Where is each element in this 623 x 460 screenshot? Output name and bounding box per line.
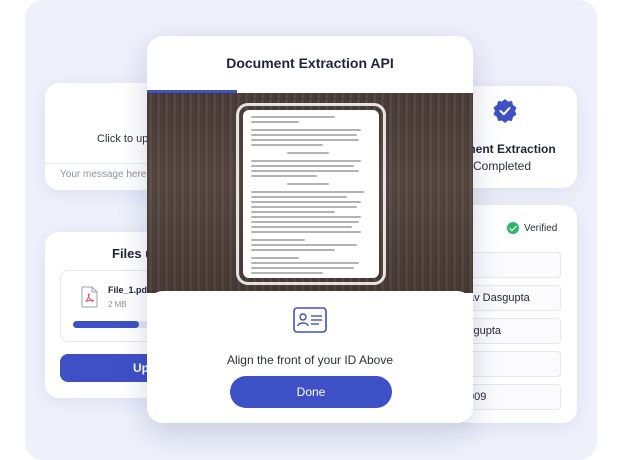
- scanned-document: [243, 110, 379, 278]
- id-card-icon: [293, 307, 327, 333]
- align-instruction: Align the front of your ID Above: [226, 353, 394, 367]
- message-input[interactable]: Your message here: [60, 169, 146, 180]
- modal-footer: Align the front of your ID Above Done: [147, 291, 473, 423]
- verified-label: Verified: [524, 222, 558, 234]
- document-alignment-frame: [236, 103, 386, 285]
- upload-progress-fill: [73, 321, 139, 328]
- verified-status: Verified: [507, 222, 557, 234]
- check-circle-icon: [507, 222, 519, 234]
- pdf-file-icon: [81, 286, 98, 308]
- verified-details-card: Verified av Dasgupta sgupta 009: [455, 205, 577, 423]
- completed-title: ment Extraction: [465, 142, 556, 156]
- modal-title: Document Extraction API: [226, 55, 394, 71]
- file-name: File_1.pdf: [108, 285, 151, 295]
- upload-hint[interactable]: Click to upl: [97, 133, 151, 145]
- file-size: 2 MB: [108, 300, 127, 309]
- verified-badge-icon: [493, 99, 517, 123]
- completed-status: Completed: [473, 159, 532, 173]
- document-extraction-modal: Document Extraction API Align the front …: [147, 36, 473, 423]
- extraction-completed-card: ment Extraction Completed: [455, 86, 577, 188]
- done-button[interactable]: Done: [230, 376, 392, 408]
- camera-viewfinder: [147, 93, 473, 293]
